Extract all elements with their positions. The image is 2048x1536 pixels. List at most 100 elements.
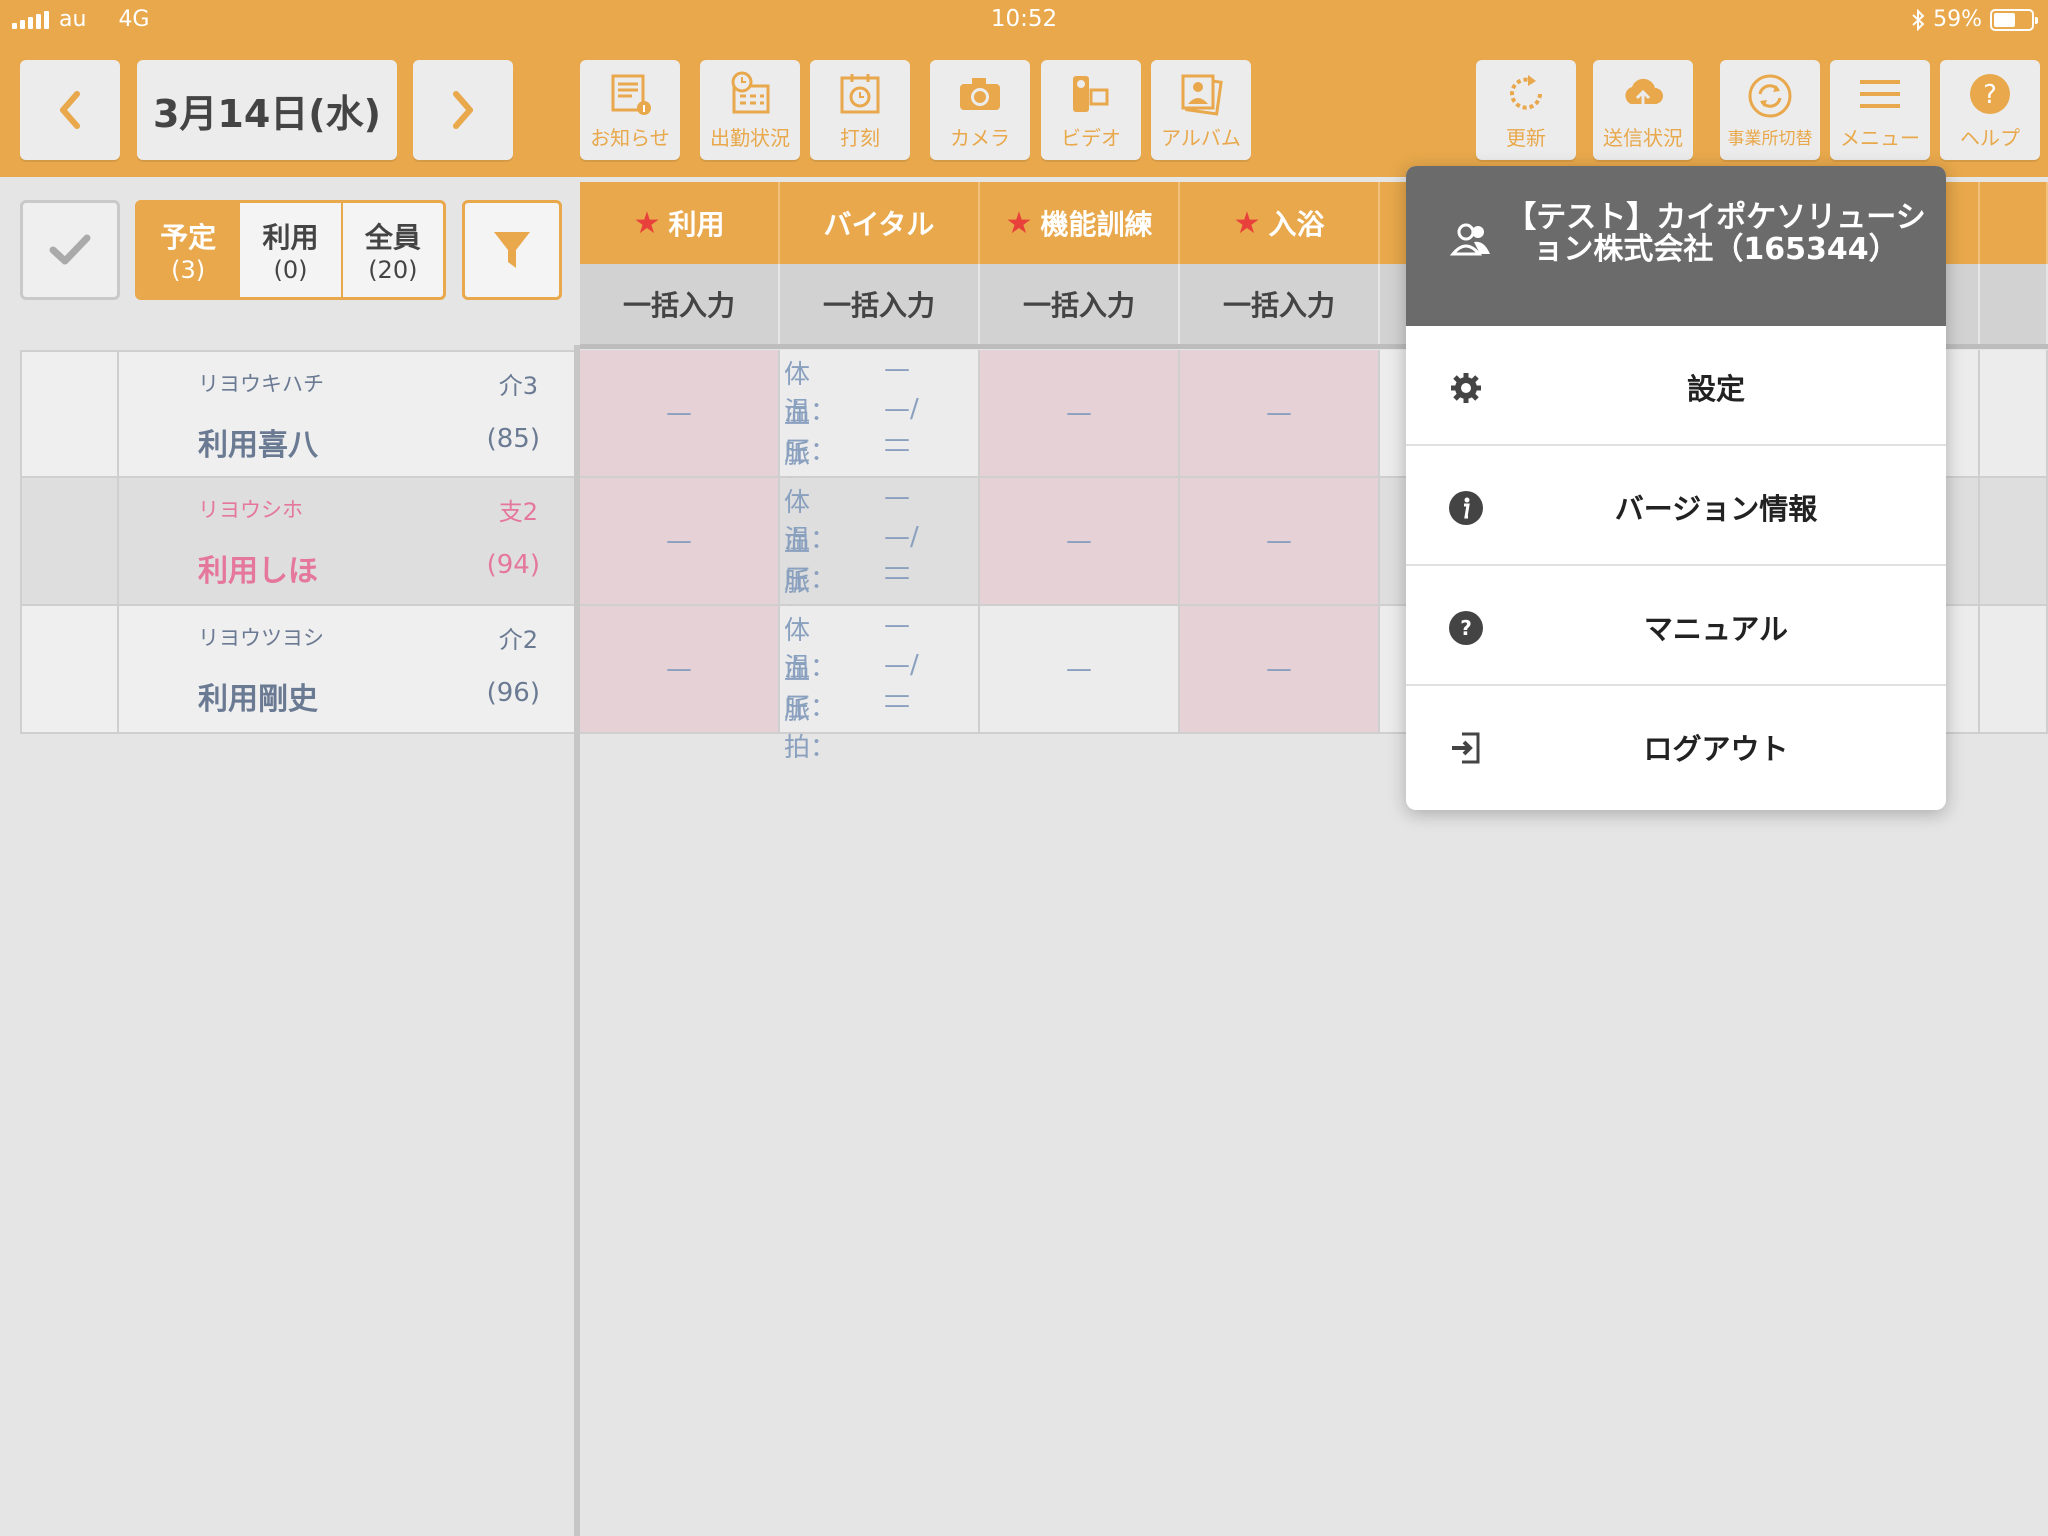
bulk-input-button[interactable]: 一括入力: [580, 264, 780, 344]
empty-value: —: [1066, 398, 1092, 428]
bath-cell[interactable]: —: [1180, 350, 1380, 478]
column-label: 利用: [668, 208, 725, 241]
timestamp-icon: [840, 73, 880, 113]
bath-cell[interactable]: —: [1180, 478, 1380, 606]
segment-label: 全員: [364, 221, 421, 254]
bulk-input-button[interactable]: 一括入力: [1180, 264, 1380, 344]
filter-icon: [494, 232, 530, 268]
empty-value: —: [1266, 526, 1292, 556]
usage-cell[interactable]: —: [580, 478, 780, 606]
attendance-button[interactable]: 出勤状況: [700, 60, 800, 160]
vital-cell[interactable]: 体温：— 血圧：—/— 脈拍：—: [780, 350, 980, 507]
bulk-input-button[interactable]: 一括入力: [780, 264, 980, 344]
segment-used[interactable]: 利用 (0): [238, 203, 340, 297]
empty-value: —: [1266, 398, 1292, 428]
patient-kana: リヨウツヨシ: [198, 626, 324, 650]
extra-cell[interactable]: [1980, 606, 2048, 734]
patient-name: 利用喜八: [198, 428, 318, 463]
previous-day-button[interactable]: [20, 60, 120, 160]
usage-cell[interactable]: —: [580, 606, 780, 734]
pulse-value: —: [884, 434, 910, 464]
pulse-label: 脈拍：: [784, 696, 837, 763]
column-header-vital[interactable]: バイタル: [780, 182, 980, 264]
filter-segments: 予定 (3) 利用 (0) 全員 (20): [135, 200, 446, 300]
patient-row[interactable]: リヨウシホ 支2 利用しほ (94): [20, 478, 576, 606]
vital-cell[interactable]: 体温：— 血圧：—/— 脈拍：—: [780, 606, 980, 763]
camera-button[interactable]: カメラ: [930, 60, 1030, 160]
empty-value: —: [1266, 654, 1292, 684]
menu-item-settings[interactable]: 設定: [1406, 326, 1946, 446]
extra-cell[interactable]: [1980, 350, 2048, 478]
help-button[interactable]: ? ヘルプ: [1940, 60, 2040, 160]
bulk-input-button[interactable]: 一括入力: [980, 264, 1180, 344]
album-button[interactable]: アルバム: [1151, 60, 1251, 160]
refresh-icon: [1510, 74, 1542, 110]
cloud-upload-icon: [1625, 78, 1663, 110]
menu-item-manual[interactable]: ? マニュアル: [1406, 566, 1946, 686]
segment-label: 利用: [262, 221, 319, 254]
send-status-button[interactable]: 送信状況: [1593, 60, 1693, 160]
bath-cell[interactable]: —: [1180, 606, 1380, 734]
switch-office-label: 事業所切替: [1727, 128, 1813, 149]
column-label: バイタル: [823, 208, 935, 241]
patient-age: (96): [486, 678, 540, 708]
video-button[interactable]: ビデオ: [1041, 60, 1141, 160]
column-label: 機能訓練: [1040, 208, 1153, 241]
patient-kana: リヨウシホ: [198, 498, 303, 522]
menu-header: 【テスト】カイポケソリューション株式会社（165344）: [1406, 166, 1946, 326]
empty-value: —: [666, 398, 692, 428]
patient-name: 利用剛史: [198, 682, 318, 717]
required-star-icon: ★: [633, 205, 661, 241]
column-header-training[interactable]: ★ 機能訓練: [980, 182, 1180, 264]
segment-scheduled[interactable]: 予定 (3): [138, 203, 239, 297]
row-checkbox[interactable]: [22, 478, 119, 604]
switch-office-button[interactable]: 事業所切替: [1720, 60, 1820, 160]
empty-value: —: [666, 654, 692, 684]
segment-count: (20): [368, 256, 418, 284]
segment-all[interactable]: 全員 (20): [340, 203, 443, 297]
svg-text:?: ?: [1460, 616, 1472, 640]
send-status-label: 送信状況: [1603, 125, 1683, 150]
vital-cell[interactable]: 体温：— 血圧：—/— 脈拍：—: [780, 478, 980, 635]
column-header-bath[interactable]: ★ 入浴: [1180, 182, 1380, 264]
bulk-input-button[interactable]: [1980, 264, 2048, 344]
timestamp-button[interactable]: 打刻: [810, 60, 910, 160]
training-cell[interactable]: —: [980, 478, 1180, 606]
refresh-button[interactable]: 更新: [1476, 60, 1576, 160]
column-header-extra[interactable]: [1980, 182, 2048, 264]
training-cell[interactable]: —: [980, 606, 1180, 734]
patient-age: (94): [486, 550, 540, 580]
row-checkbox[interactable]: [22, 352, 119, 476]
bluetooth-icon: [1912, 8, 1925, 31]
gear-icon: [1451, 373, 1481, 403]
usage-cell[interactable]: —: [580, 350, 780, 478]
select-all-checkbox[interactable]: [20, 200, 120, 300]
bulk-input-label: 一括入力: [822, 289, 935, 322]
menu-item-logout[interactable]: ログアウト: [1406, 686, 1946, 806]
album-icon: [1181, 74, 1223, 116]
patient-row[interactable]: リヨウツヨシ 介2 利用剛史 (96): [20, 606, 576, 734]
training-cell[interactable]: —: [980, 350, 1180, 478]
segment-count: (0): [273, 256, 308, 284]
menu-item-label: バージョン情報: [1614, 492, 1818, 526]
bulk-input-label: 一括入力: [1022, 289, 1135, 322]
patient-kana: リヨウキハチ: [198, 372, 324, 396]
battery-percent: 59%: [1933, 7, 1982, 32]
next-day-button[interactable]: [413, 60, 513, 160]
notice-label: お知らせ: [590, 125, 670, 150]
notice-button[interactable]: お知らせ: [580, 60, 680, 160]
column-header-usage[interactable]: ★ 利用: [580, 182, 780, 264]
question-icon: ?: [1449, 611, 1483, 645]
svg-text:?: ?: [1983, 80, 1997, 110]
care-level: 介3: [498, 372, 538, 400]
help-label: ヘルプ: [1960, 125, 2020, 150]
filter-button[interactable]: [462, 200, 562, 300]
empty-value: —: [666, 526, 692, 556]
extra-cell[interactable]: [1980, 478, 2048, 606]
row-checkbox[interactable]: [22, 606, 119, 732]
menu-item-version[interactable]: バージョン情報: [1406, 446, 1946, 566]
chevron-left-icon: [60, 91, 80, 129]
date-selector[interactable]: 3月14日(水): [137, 60, 397, 160]
patient-row[interactable]: リヨウキハチ 介3 利用喜八 (85): [20, 350, 576, 478]
menu-button[interactable]: メニュー: [1830, 60, 1930, 160]
